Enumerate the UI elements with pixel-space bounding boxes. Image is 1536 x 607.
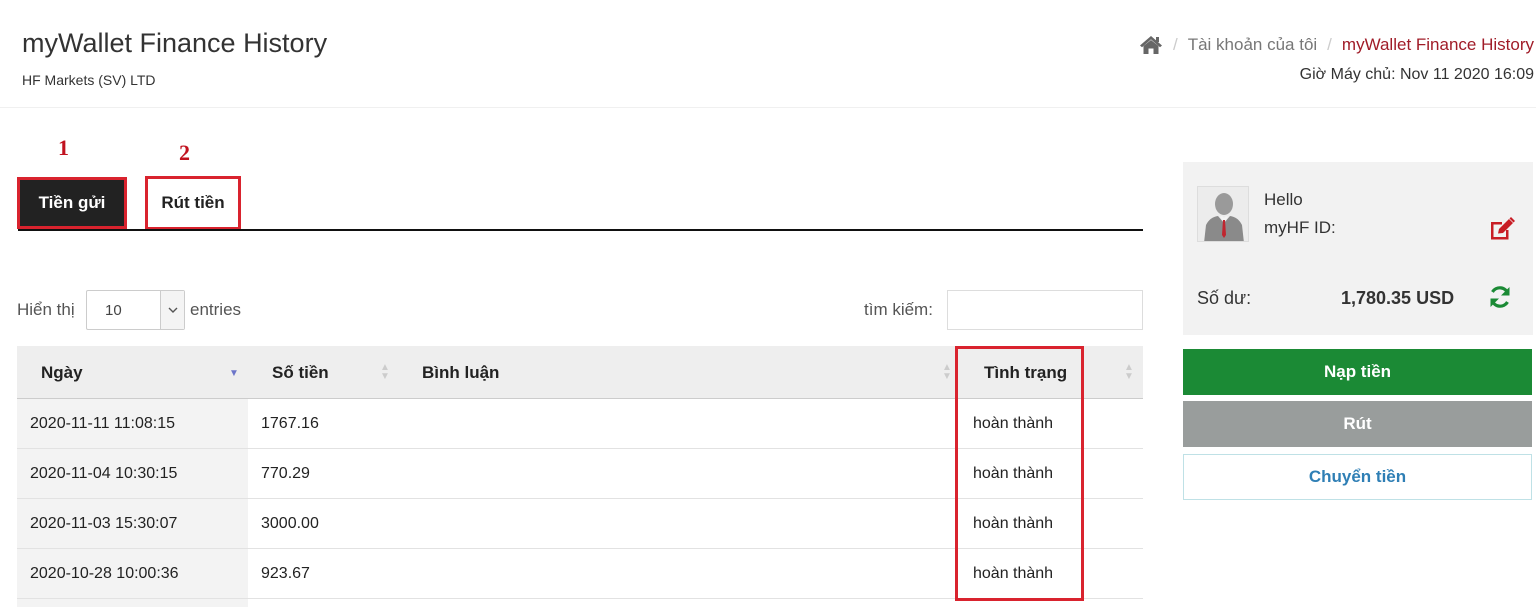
table-header: Ngày ▼ Số tiền ▲ ▼ Bình luận ▲ ▼ Tình trạn… (17, 346, 1143, 399)
sort-icon[interactable]: ▲ ▼ (1124, 363, 1134, 382)
cell-amount: 1767.16 (261, 414, 319, 432)
cell-amount: 770.29 (261, 464, 310, 482)
show-label: Hiển thị (17, 300, 75, 319)
myhf-id-label: myHF ID: (1264, 218, 1336, 237)
table-row: 2020-11-04 10:30:15 770.29 hoàn thành (17, 449, 1143, 499)
cell-date: 2020-10-28 10:00:36 (17, 549, 248, 598)
refresh-icon[interactable] (1487, 284, 1513, 310)
cell-amount: 3000.00 (261, 514, 319, 532)
cell-status: hoàn thành (973, 414, 1054, 432)
breadcrumb: / Tài khoản của tôi / myWallet Finance H… (1139, 35, 1534, 55)
page-title: myWallet Finance History (22, 28, 328, 58)
table-row-partial (17, 599, 248, 607)
avatar (1197, 186, 1249, 242)
table-row: 2020-11-03 15:30:07 3000.00 hoàn thành (17, 499, 1143, 549)
table-row: 2020-10-28 10:00:36 923.67 hoàn thành (17, 549, 1143, 599)
company-name: HF Markets (SV) LTD (22, 72, 156, 88)
balance-value: 1,780.35 USD (1341, 288, 1455, 308)
column-header-status[interactable]: Tình trạng (984, 346, 1067, 399)
cell-date: 2020-11-03 15:30:07 (17, 499, 248, 548)
server-time: Giờ Máy chủ: Nov 11 2020 16:09 (1299, 66, 1534, 83)
entries-select-value: 10 (105, 302, 122, 319)
page: myWallet Finance History HF Markets (SV)… (0, 0, 1536, 607)
column-header-comment[interactable]: Bình luận (422, 346, 499, 399)
page-header: myWallet Finance History HF Markets (SV)… (0, 0, 1536, 108)
hello-text: Hello (1264, 190, 1303, 209)
entries-label: entries (190, 300, 242, 319)
breadcrumb-item-account[interactable]: Tài khoản của tôi (1188, 35, 1317, 55)
column-header-date[interactable]: Ngày (41, 346, 83, 399)
breadcrumb-separator: / (1327, 35, 1332, 54)
cell-status: hoàn thành (973, 564, 1054, 582)
edit-icon[interactable] (1488, 216, 1516, 242)
column-header-amount[interactable]: Số tiền (272, 346, 329, 399)
annotation-number-1: 1 (58, 135, 69, 160)
breadcrumb-item-current: myWallet Finance History (1341, 35, 1534, 54)
sort-icon[interactable]: ▲ ▼ (942, 363, 952, 382)
entries-select[interactable]: 10 (86, 290, 185, 330)
deposit-button[interactable]: Nạp tiền (1183, 349, 1532, 395)
cell-status: hoàn thành (973, 464, 1054, 482)
search-input[interactable] (947, 290, 1143, 330)
tab-deposit[interactable]: Tiền gửi (17, 177, 127, 229)
balance-label: Số dư: (1197, 288, 1252, 308)
cell-amount: 923.67 (261, 564, 310, 582)
table-row: 2020-11-11 11:08:15 1767.16 hoàn thành (17, 399, 1143, 449)
tab-divider (18, 229, 1143, 231)
cell-status: hoàn thành (973, 514, 1054, 532)
annotation-number-2: 2 (179, 140, 190, 165)
chevron-down-icon (160, 291, 184, 329)
tab-withdraw[interactable]: Rút tiền (145, 176, 241, 230)
search-label: tìm kiếm: (864, 300, 933, 319)
profile-card: Hello myHF ID: Số dư: 1,780.35 USD (1183, 162, 1533, 335)
home-icon[interactable] (1139, 35, 1163, 55)
sort-desc-icon[interactable]: ▼ (229, 369, 239, 379)
history-table: Ngày ▼ Số tiền ▲ ▼ Bình luận ▲ ▼ Tình trạn… (17, 346, 1143, 607)
cell-date: 2020-11-11 11:08:15 (17, 399, 248, 448)
breadcrumb-separator: / (1172, 35, 1178, 54)
withdraw-button[interactable]: Rút (1183, 401, 1532, 447)
cell-date: 2020-11-04 10:30:15 (17, 449, 248, 498)
transfer-button[interactable]: Chuyển tiền (1183, 454, 1532, 500)
sort-icon[interactable]: ▲ ▼ (380, 363, 390, 382)
